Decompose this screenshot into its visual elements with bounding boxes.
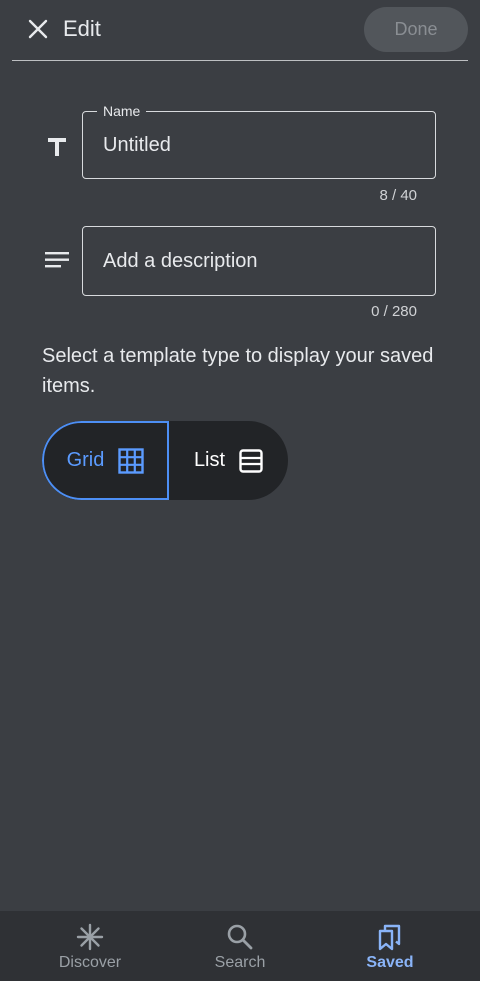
asterisk-icon (76, 923, 104, 951)
list-option[interactable]: List (169, 421, 288, 500)
description-lines-icon (43, 246, 71, 274)
description-character-counter: 0 / 280 (371, 303, 417, 320)
list-view-icon (239, 448, 263, 473)
nav-label-search: Search (214, 954, 266, 971)
search-icon (226, 923, 254, 951)
nav-label-discover: Discover (58, 954, 122, 971)
bottom-navigation: Discover Search Saved (0, 911, 480, 981)
name-field[interactable]: Name (82, 102, 436, 179)
list-option-label: List (193, 449, 226, 471)
done-button[interactable]: Done (364, 7, 468, 52)
grid-option[interactable]: Grid (42, 421, 169, 500)
title-text-icon (43, 132, 71, 160)
header-divider (12, 60, 468, 61)
name-input[interactable] (103, 112, 423, 178)
grid-option-label: Grid (66, 449, 105, 471)
description-input[interactable] (103, 227, 423, 295)
page-title: Edit (63, 16, 101, 41)
nav-item-discover[interactable]: Discover (15, 911, 165, 981)
close-button[interactable] (22, 13, 54, 45)
nav-item-search[interactable]: Search (165, 911, 315, 981)
nav-item-saved[interactable]: Saved (315, 911, 465, 981)
template-instruction: Select a template type to display your s… (42, 345, 434, 397)
nav-label-saved: Saved (366, 954, 414, 971)
description-field[interactable] (82, 226, 436, 296)
name-character-counter: 8 / 40 (379, 187, 417, 204)
bookmarks-icon (376, 923, 404, 951)
grid-icon (118, 447, 145, 474)
template-type-toggle: Grid List (42, 421, 288, 500)
top-app-bar: Edit Done (0, 0, 480, 60)
close-icon (28, 19, 48, 39)
